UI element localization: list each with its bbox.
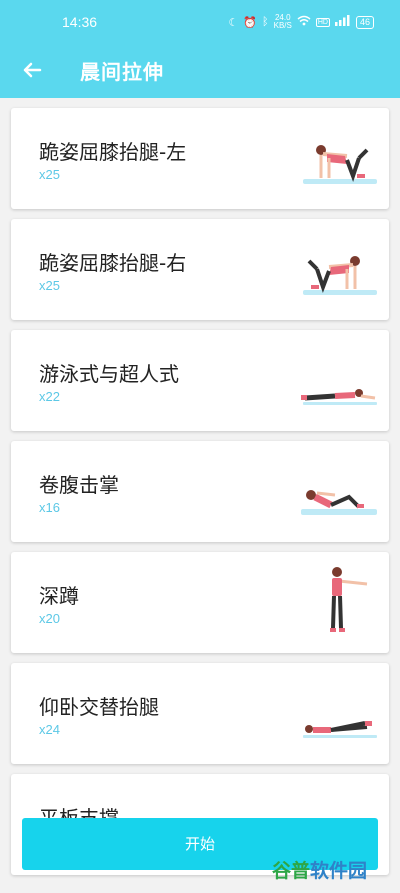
exercise-name: 仰卧交替抬腿 [39,695,159,719]
exercise-card[interactable]: 跪姿屈膝抬腿-左 x25 [11,108,389,209]
exercise-name: 跪姿屈膝抬腿-右 [39,251,187,275]
hd-badge: HD [315,17,330,27]
arrow-left-icon[interactable] [18,56,46,84]
exercise-card[interactable]: 卷腹击掌 x16 [11,441,389,542]
watermark-text: 谷普软件园 [272,859,368,882]
exercise-illustration [301,389,377,405]
network-speed: 24.0 KB/S [273,13,292,30]
signal-icon [334,15,351,29]
app-bar: 晨间拉伸 [0,44,400,98]
exercise-card[interactable]: 游泳式与超人式 x22 [11,330,389,431]
exercise-reps: x20 [39,611,60,626]
exercise-name: 卷腹击掌 [39,473,119,497]
exercise-illustration [303,256,377,295]
exercise-card[interactable]: 跪姿屈膝抬腿-右 x25 [11,219,389,320]
status-icons: ☾ ⏰ ᛒ 24.0 KB/S HD 46 [228,14,374,30]
exercise-card[interactable]: 仰卧交替抬腿 x24 [11,663,389,764]
battery-indicator: 46 [355,15,374,29]
page-title: 晨间拉伸 [80,60,164,84]
exercise-name: 深蹲 [39,584,79,608]
exercise-name: 游泳式与超人式 [39,362,179,386]
bluetooth-icon: ᛒ [262,16,269,28]
exercise-reps: x24 [39,722,60,737]
exercise-reps: x25 [39,167,60,182]
exercise-illustration [303,721,377,738]
exercise-reps: x16 [39,500,60,515]
status-bar: 14:36 ☾ ⏰ ᛒ 24.0 KB/S HD 46 [0,0,400,44]
exercise-reps: x22 [39,389,60,404]
exercise-illustration [330,567,368,632]
moon-icon: ☾ [228,16,239,29]
status-time: 14:36 [62,14,98,30]
exercise-card[interactable]: 深蹲 x20 [11,552,389,653]
exercise-illustration [303,145,377,184]
exercise-illustration [301,490,377,515]
wifi-icon [297,15,311,29]
alarm-icon: ⏰ [243,16,258,29]
exercise-name: 跪姿屈膝抬腿-左 [39,140,187,164]
watermark: 谷普软件园 [272,851,392,887]
exercise-reps: x25 [39,278,60,293]
